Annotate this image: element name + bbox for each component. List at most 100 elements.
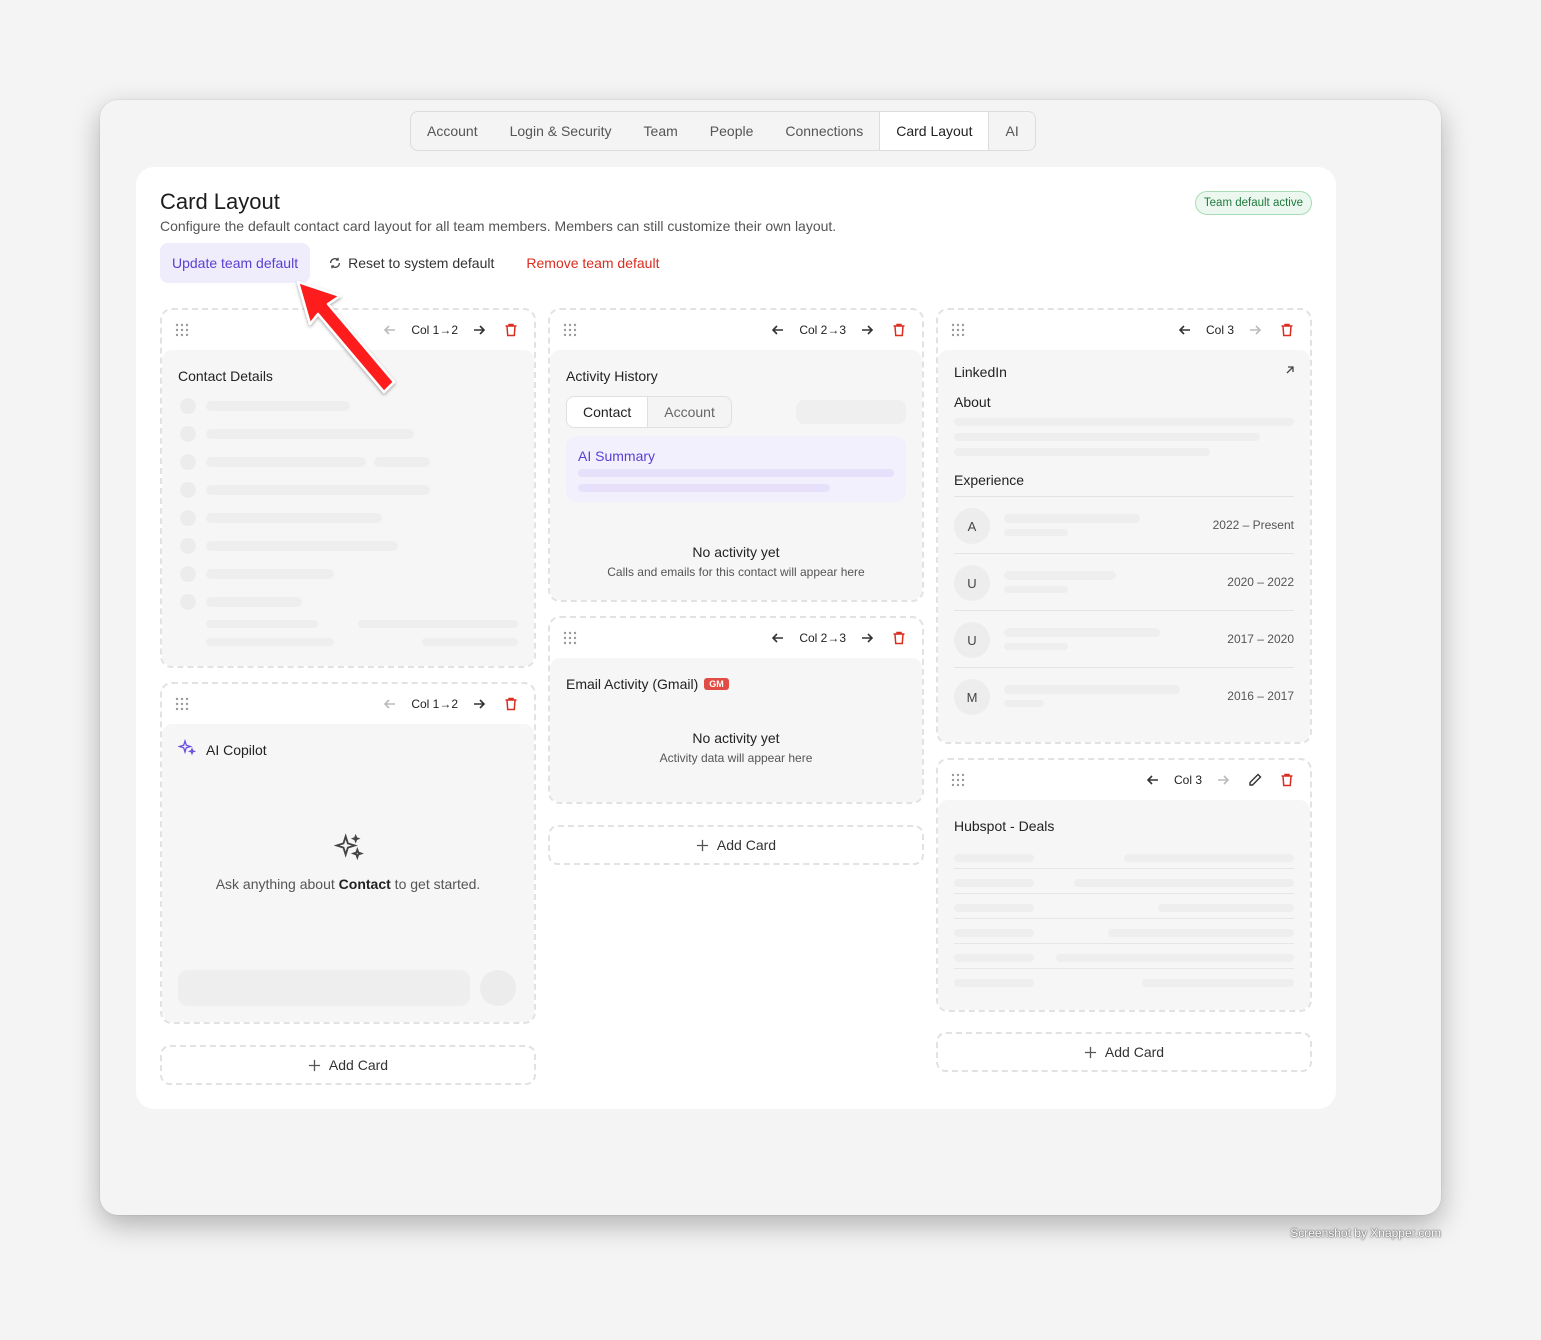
arrow-right-icon[interactable] bbox=[1212, 769, 1234, 791]
trash-icon[interactable] bbox=[500, 319, 522, 341]
tab-card-layout[interactable]: Card Layout bbox=[879, 112, 990, 150]
card-title: Email Activity (Gmail) GM bbox=[566, 676, 729, 692]
sparkles-icon bbox=[334, 833, 364, 861]
arrow-left-icon[interactable] bbox=[1142, 769, 1164, 791]
experience-dates: 2020 – 2022 bbox=[1227, 575, 1294, 589]
experience-dates: 2022 – Present bbox=[1212, 518, 1294, 532]
trash-icon[interactable] bbox=[888, 627, 910, 649]
settings-window: Account Login & Security Team People Con… bbox=[100, 100, 1441, 1215]
layout-actions: Update team default Reset to system defa… bbox=[160, 243, 673, 283]
card-toolbar: Col 3 bbox=[938, 310, 1310, 350]
tab-account[interactable]: Account bbox=[648, 397, 731, 427]
arrow-left-icon[interactable] bbox=[379, 693, 401, 715]
arrow-right-icon[interactable] bbox=[468, 319, 490, 341]
gmail-badge: GM bbox=[704, 678, 729, 690]
plus-icon bbox=[1084, 1046, 1096, 1058]
plus-icon bbox=[696, 839, 708, 851]
arrow-right-icon[interactable] bbox=[856, 627, 878, 649]
card-title: Activity History bbox=[566, 368, 658, 384]
activity-scope-toggle: Contact Account bbox=[566, 396, 732, 428]
column-label: Col 3 bbox=[1205, 323, 1234, 337]
experience-heading: Experience bbox=[954, 472, 1025, 488]
update-team-default-button[interactable]: Update team default bbox=[160, 243, 311, 283]
copilot-input[interactable] bbox=[178, 970, 470, 1006]
watermark: Screenshot by Xnapper.com bbox=[1290, 1226, 1441, 1240]
card-body: LinkedIn About Experience A 2022 – Prese… bbox=[938, 350, 1310, 742]
card-body: Email Activity (Gmail) GM No activity yet… bbox=[550, 658, 922, 802]
card-activity-history: Col 2→3 Activity History Contact Account… bbox=[548, 308, 924, 602]
sparkles-icon bbox=[178, 739, 196, 756]
ai-summary-panel: AI Summary bbox=[566, 436, 906, 502]
card-body: AI Copilot Ask anything about Contact to… bbox=[162, 724, 534, 1022]
card-hubspot-deals: Col 3 Hubspot - Deals bbox=[936, 758, 1312, 1012]
page-title: Card Layout bbox=[160, 189, 280, 214]
card-body: Activity History Contact Account AI Summ… bbox=[550, 350, 922, 600]
drag-handle-icon[interactable] bbox=[562, 322, 578, 338]
copilot-send-button[interactable] bbox=[480, 970, 516, 1006]
drag-handle-icon[interactable] bbox=[562, 630, 578, 646]
card-toolbar: Col 2→3 bbox=[550, 618, 922, 658]
external-link-icon[interactable] bbox=[1284, 364, 1296, 376]
plus-icon bbox=[308, 1059, 320, 1071]
remove-team-default-button[interactable]: Remove team default bbox=[512, 243, 673, 283]
trash-icon[interactable] bbox=[1276, 319, 1298, 341]
empty-state-subtitle: Activity data will appear here bbox=[659, 751, 813, 765]
arrow-left-icon[interactable] bbox=[1174, 319, 1196, 341]
pencil-icon[interactable] bbox=[1244, 769, 1266, 791]
settings-tabs: Account Login & Security Team People Con… bbox=[410, 111, 1036, 151]
drag-handle-icon[interactable] bbox=[950, 322, 966, 338]
company-avatar: M bbox=[954, 679, 990, 715]
tab-people[interactable]: People bbox=[694, 112, 770, 150]
company-avatar: A bbox=[954, 508, 990, 544]
drag-handle-icon[interactable] bbox=[174, 696, 190, 712]
company-avatar: U bbox=[954, 622, 990, 658]
add-card-label: Add Card bbox=[716, 837, 777, 853]
card-toolbar: Col 1→2 bbox=[162, 684, 534, 724]
arrow-right-icon[interactable] bbox=[1244, 319, 1266, 341]
empty-state-title: No activity yet bbox=[692, 544, 780, 560]
reset-to-system-default-button[interactable]: Reset to system default bbox=[314, 243, 508, 283]
card-title: AI Copilot bbox=[206, 742, 267, 758]
arrow-right-icon[interactable] bbox=[468, 693, 490, 715]
card-email-activity: Col 2→3 Email Activity (Gmail) GM No acti… bbox=[548, 616, 924, 804]
arrow-left-icon[interactable] bbox=[767, 627, 789, 649]
empty-state-subtitle: Calls and emails for this contact will a… bbox=[607, 565, 865, 579]
column-label: Col 2→3 bbox=[799, 323, 846, 337]
tab-login-security[interactable]: Login & Security bbox=[494, 112, 628, 150]
experience-row: U 2017 – 2020 bbox=[954, 610, 1294, 667]
tab-connections[interactable]: Connections bbox=[769, 112, 879, 150]
add-card-button[interactable]: Add Card bbox=[548, 825, 924, 865]
column-label: Col 1→2 bbox=[411, 697, 458, 711]
drag-handle-icon[interactable] bbox=[174, 322, 190, 338]
status-badge: Team default active bbox=[1194, 191, 1312, 215]
trash-icon[interactable] bbox=[500, 693, 522, 715]
tab-contact[interactable]: Contact bbox=[567, 397, 649, 427]
ai-summary-title: AI Summary bbox=[578, 448, 656, 464]
tab-ai[interactable]: AI bbox=[989, 112, 1034, 150]
reset-label: Reset to system default bbox=[348, 255, 495, 271]
add-card-label: Add Card bbox=[1104, 1044, 1165, 1060]
card-body: Hubspot - Deals bbox=[938, 800, 1310, 1010]
add-card-button[interactable]: Add Card bbox=[160, 1045, 536, 1085]
copilot-prompt: Ask anything about Contact to get starte… bbox=[215, 876, 481, 892]
tab-account[interactable]: Account bbox=[411, 112, 494, 150]
drag-handle-icon[interactable] bbox=[950, 772, 966, 788]
column-label: Col 3 bbox=[1173, 773, 1202, 787]
add-card-label: Add Card bbox=[328, 1057, 389, 1073]
experience-row: A 2022 – Present bbox=[954, 496, 1294, 553]
add-card-button[interactable]: Add Card bbox=[936, 1032, 1312, 1072]
annotation-arrow-icon bbox=[296, 280, 396, 394]
trash-icon[interactable] bbox=[1276, 769, 1298, 791]
card-toolbar: Col 2→3 bbox=[550, 310, 922, 350]
arrow-left-icon[interactable] bbox=[767, 319, 789, 341]
card-title: Hubspot - Deals bbox=[954, 818, 1055, 834]
trash-icon[interactable] bbox=[888, 319, 910, 341]
card-title: LinkedIn bbox=[954, 364, 1007, 380]
company-avatar: U bbox=[954, 565, 990, 601]
about-heading: About bbox=[954, 394, 991, 410]
page-subtitle: Configure the default contact card layou… bbox=[160, 218, 837, 234]
tab-team[interactable]: Team bbox=[628, 112, 694, 150]
arrow-right-icon[interactable] bbox=[856, 319, 878, 341]
card-linkedin: Col 3 LinkedIn About Experience A 2022 –… bbox=[936, 308, 1312, 744]
empty-state-title: No activity yet bbox=[692, 730, 780, 746]
